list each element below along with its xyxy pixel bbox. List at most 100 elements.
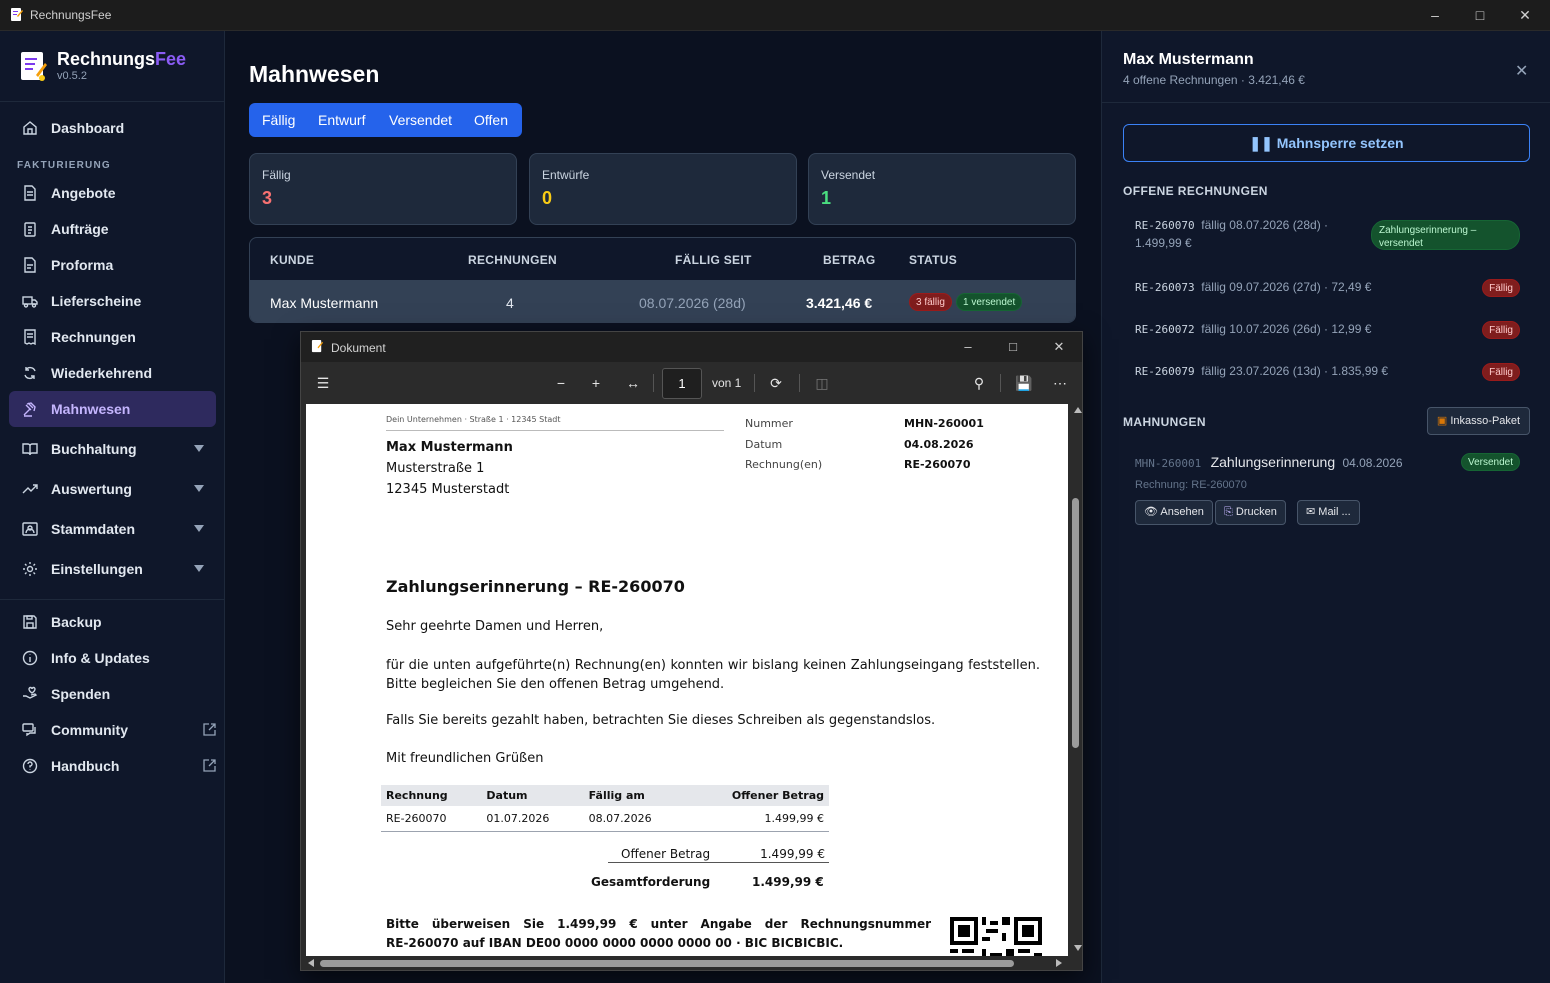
status-badge: Versendet <box>1460 453 1520 471</box>
scrollbar-thumb[interactable] <box>1072 498 1079 748</box>
divider <box>754 374 755 392</box>
chevron-down-icon <box>194 445 204 452</box>
column-header: Offener Betrag <box>685 785 829 806</box>
tab-versendet[interactable]: Versendet <box>389 112 452 128</box>
divider <box>653 374 654 392</box>
scroll-up-icon[interactable] <box>1074 407 1082 413</box>
minimize-button[interactable]: – <box>958 337 978 357</box>
column-header: Datum <box>481 785 584 806</box>
zoom-in-icon[interactable]: + <box>588 375 604 391</box>
tab-offen[interactable]: Offen <box>474 112 508 128</box>
printer-icon: ⎘ <box>1224 506 1233 518</box>
zoom-out-icon[interactable]: − <box>553 375 569 391</box>
receipt-icon <box>24 329 36 345</box>
search-icon[interactable]: ⚲ <box>971 375 987 391</box>
document-page: Dein Unternehmen · Straße 1 · 12345 Stad… <box>306 404 1068 956</box>
nav-lieferscheine[interactable]: Lieferscheine <box>9 283 216 319</box>
scroll-down-icon[interactable] <box>1074 945 1082 951</box>
fit-width-icon[interactable]: ↔ <box>625 375 641 391</box>
list-item[interactable]: RE-260079 fällig 23.07.2026 (13d) · 1.83… <box>1135 363 1520 381</box>
chevron-down-icon <box>194 525 204 532</box>
save-icon[interactable]: 💾 <box>1015 375 1032 391</box>
close-window-button[interactable]: ✕ <box>1515 5 1535 25</box>
kpi-value: 0 <box>542 188 553 208</box>
book-icon <box>22 443 38 456</box>
document-icon <box>24 185 36 201</box>
column-header: FÄLLIG SEIT <box>675 253 752 267</box>
list-item[interactable]: RE-260070 fällig 08.07.2026 (28d) · 1.49… <box>1135 218 1520 250</box>
chat-icon <box>22 723 36 737</box>
nav-stammdaten[interactable]: Stammdaten <box>9 511 216 547</box>
scroll-left-icon[interactable] <box>308 959 314 967</box>
scrollbar-thumb[interactable] <box>320 960 1014 967</box>
inkasso-button[interactable]: ▣ Inkasso-Paket <box>1427 407 1530 435</box>
column-header: RECHNUNGEN <box>468 253 558 267</box>
page-title: Mahnwesen <box>249 61 380 87</box>
sidebar: RechnungsFee v0.5.2 Dashboard FAKTURIERU… <box>0 31 225 983</box>
close-window-button[interactable]: ✕ <box>1049 337 1069 357</box>
app-version: v0.5.2 <box>57 70 87 82</box>
nav-handbuch[interactable]: Handbuch <box>9 748 216 784</box>
nav-auftraege[interactable]: Aufträge <box>9 211 216 247</box>
list-item[interactable]: RE-260073 fällig 09.07.2026 (27d) · 72,4… <box>1135 279 1520 297</box>
clipboard-icon <box>24 222 36 237</box>
vertical-scrollbar[interactable] <box>1069 404 1082 956</box>
viewer-toolbar: ☰ − + ↔ 1 von 1 ⟳ ◫ ⚲ 💾 ⋯ <box>301 362 1082 404</box>
eye-icon: 👁 <box>1144 506 1158 518</box>
payment-instructions: RE-260070 auf IBAN DE00 0000 0000 0000 0… <box>386 936 844 950</box>
body-text: Falls Sie bereits gezahlt haben, betrach… <box>386 713 936 728</box>
pause-icon: ❚❚ <box>1249 135 1277 151</box>
section-heading: OFFENE RECHNUNGEN <box>1123 184 1268 198</box>
document-icon <box>24 257 36 273</box>
kpi-value: 3 <box>262 188 273 208</box>
nav-angebote[interactable]: Angebote <box>9 175 216 211</box>
scroll-right-icon[interactable] <box>1056 959 1062 967</box>
rotate-icon[interactable]: ⟳ <box>768 375 784 391</box>
nav-backup[interactable]: Backup <box>9 604 216 640</box>
nav-mahnwesen[interactable]: Mahnwesen <box>9 391 216 427</box>
section-heading: MAHNUNGEN <box>1123 415 1206 429</box>
table-row: RE-260070 01.07.2026 08.07.2026 1.499,99… <box>381 806 829 832</box>
nav-auswertung[interactable]: Auswertung <box>9 471 216 507</box>
page-number-input[interactable]: 1 <box>662 368 702 399</box>
document-date: 04.08.2026 <box>904 438 974 451</box>
list-item[interactable]: RE-260072 fällig 10.07.2026 (26d) · 12,9… <box>1135 321 1520 339</box>
nav-wiederkehrend[interactable]: Wiederkehrend <box>9 355 216 391</box>
maximize-button[interactable]: □ <box>1470 5 1490 25</box>
nav-spenden[interactable]: Spenden <box>9 676 216 712</box>
mail-icon: ✉ <box>1306 506 1316 518</box>
tab-entwurf[interactable]: Entwurf <box>318 112 365 128</box>
nav-info-updates[interactable]: Info & Updates <box>9 640 216 676</box>
minimize-button[interactable]: – <box>1425 5 1445 25</box>
recipient-city: 12345 Musterstadt <box>386 482 510 497</box>
mahnung-item: MHN-260001 Zahlungserinnerung 04.08.2026… <box>1135 453 1520 491</box>
trend-up-icon <box>22 484 38 494</box>
panel-title: Max Mustermann <box>1123 51 1254 68</box>
nav-rechnungen[interactable]: Rechnungen <box>9 319 216 355</box>
close-icon[interactable]: ✕ <box>1515 61 1528 81</box>
two-page-icon[interactable]: ◫ <box>814 375 830 391</box>
maximize-button[interactable]: □ <box>1003 337 1023 357</box>
more-options-icon[interactable]: ⋯ <box>1052 375 1068 391</box>
horizontal-scrollbar[interactable] <box>306 956 1069 970</box>
nav-community[interactable]: Community <box>9 712 216 748</box>
table-of-contents-icon[interactable]: ☰ <box>315 375 331 391</box>
mail-button[interactable]: ✉ Mail ... <box>1297 500 1360 525</box>
view-button[interactable]: 👁 Ansehen <box>1135 500 1213 525</box>
customer-detail-panel: Max Mustermann 4 offene Rechnungen · 3.4… <box>1101 31 1550 983</box>
nav-buchhaltung[interactable]: Buchhaltung <box>9 431 216 467</box>
nav-proforma[interactable]: Proforma <box>9 247 216 283</box>
cell-kunde: Max Mustermann <box>270 295 379 311</box>
nav-dashboard[interactable]: Dashboard <box>9 110 216 146</box>
sum-row: Offener Betrag 1.499,99 € <box>608 837 829 863</box>
brand-logo-icon <box>21 52 47 81</box>
nav-einstellungen[interactable]: Einstellungen <box>9 551 216 587</box>
document-viewer-window: Dokument – □ ✕ ☰ − + ↔ 1 von 1 ⟳ ◫ ⚲ 💾 ⋯… <box>300 331 1083 971</box>
window-title: RechnungsFee <box>30 8 112 22</box>
table-row[interactable]: Max Mustermann 4 08.07.2026 (28d) 3.421,… <box>250 280 1075 322</box>
print-button[interactable]: ⎘ Drucken <box>1215 500 1286 525</box>
tab-faellig[interactable]: Fällig <box>262 112 295 128</box>
status-badge: 1 versendet <box>956 293 1023 311</box>
home-icon <box>23 121 37 135</box>
mahnsperre-button[interactable]: ❚❚ Mahnsperre setzen <box>1123 124 1530 162</box>
